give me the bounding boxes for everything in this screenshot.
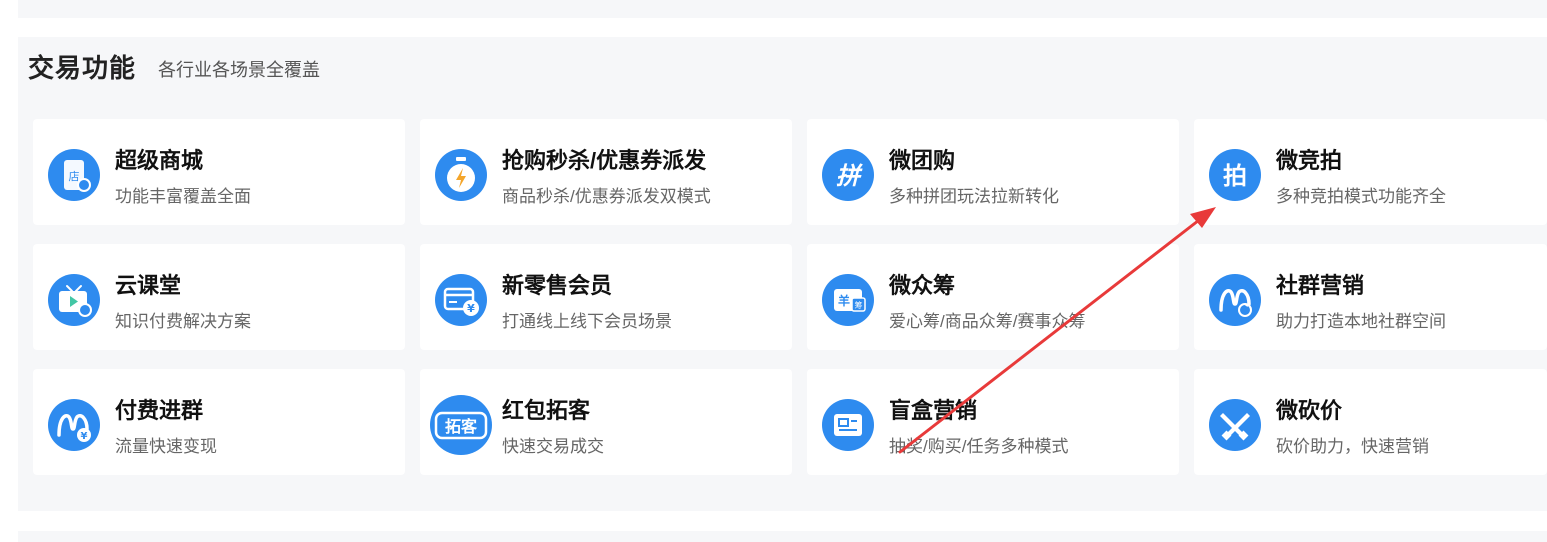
pai-glyph: 拍 <box>1223 162 1247 190</box>
feature-card-auction[interactable]: 拍 微竞拍 多种竞拍模式功能齐全 <box>1194 119 1547 225</box>
feature-card-super-mall[interactable]: 店 超级商城 功能丰富覆盖全面 <box>33 119 405 225</box>
tuoke-badge-icon: 拓客 <box>430 395 492 455</box>
section-title: 交易功能 <box>28 53 137 83</box>
card-title: 社群营销 <box>1276 273 1365 298</box>
card-title: 盲盒营销 <box>889 398 978 423</box>
card-description: 砍价助力，快速营销 <box>1276 437 1429 456</box>
card-description: 助力打造本地社群空间 <box>1276 312 1446 331</box>
yuan-glyph: ¥ <box>81 431 88 442</box>
card-description: 抽奖/购买/任务多种模式 <box>889 437 1069 456</box>
tv-course-icon <box>48 274 100 326</box>
card-description: 多种拼团玩法拉新转化 <box>889 187 1059 206</box>
feature-card-flash-sale[interactable]: 抢购秒杀/优惠券派发 商品秒杀/优惠券派发双模式 <box>420 119 792 225</box>
feature-card-crowdfunding[interactable]: 羊 筹 微众筹 爱心筹/商品众筹/赛事众筹 <box>807 244 1179 350</box>
feature-card-cloud-class[interactable]: 云课堂 知识付费解决方案 <box>33 244 405 350</box>
store-phone-icon: 店 <box>48 149 100 201</box>
card-title: 新零售会员 <box>502 273 613 298</box>
feature-card-blind-box[interactable]: 盲盒营销 抽奖/购买/任务多种模式 <box>807 369 1179 475</box>
section-subtitle: 各行业各场景全覆盖 <box>158 60 320 80</box>
card-title: 微砍价 <box>1276 398 1343 423</box>
crossed-knives-icon <box>1209 399 1261 451</box>
card-title: 红包拓客 <box>502 398 591 423</box>
card-description: 快速交易成交 <box>502 437 604 456</box>
card-description: 多种竞拍模式功能齐全 <box>1276 187 1446 206</box>
card-title: 云课堂 <box>115 273 182 298</box>
card-description: 商品秒杀/优惠券派发双模式 <box>502 187 711 206</box>
auction-pai-icon: 拍 <box>1209 149 1261 201</box>
feature-card-red-packet[interactable]: 拓客 红包拓客 快速交易成交 <box>420 369 792 475</box>
card-title: 微竞拍 <box>1276 148 1343 173</box>
next-section-edge <box>18 531 1547 542</box>
member-card-yuan-icon: ¥ <box>435 274 487 326</box>
yuan-glyph: ¥ <box>467 302 475 315</box>
feature-card-retail-member[interactable]: ¥ 新零售会员 打通线上线下会员场景 <box>420 244 792 350</box>
card-title: 付费进群 <box>115 398 204 423</box>
previous-section-edge <box>18 0 1547 18</box>
pin-glyph: 拼 <box>836 162 863 190</box>
feature-card-paid-group[interactable]: ¥ 付费进群 流量快速变现 <box>33 369 405 475</box>
crowdfunding-card-icon: 羊 筹 <box>822 274 874 326</box>
tuoke-glyph: 拓客 <box>445 417 478 436</box>
community-m-refresh-icon <box>1209 274 1261 326</box>
feature-card-community-marketing[interactable]: 社群营销 助力打造本地社群空间 <box>1194 244 1547 350</box>
card-title: 微团购 <box>889 148 956 173</box>
card-description: 打通线上线下会员场景 <box>502 312 672 331</box>
card-description: 功能丰富覆盖全面 <box>115 187 251 206</box>
trade-features-section: 交易功能 各行业各场景全覆盖 店 超级商城 功能丰富覆盖全面 抢购秒杀/优惠券派… <box>18 37 1547 511</box>
card-description: 知识付费解决方案 <box>115 312 251 331</box>
yang-glyph: 羊 <box>838 293 850 308</box>
feature-card-bargain[interactable]: 微砍价 砍价助力，快速营销 <box>1194 369 1547 475</box>
card-title: 抢购秒杀/优惠券派发 <box>502 148 707 173</box>
card-title: 微众筹 <box>889 273 956 298</box>
blind-box-card-icon <box>822 399 874 451</box>
feature-card-group-buy[interactable]: 拼 微团购 多种拼团玩法拉新转化 <box>807 119 1179 225</box>
card-description: 爱心筹/商品众筹/赛事众筹 <box>889 312 1086 331</box>
card-title: 超级商城 <box>115 148 204 173</box>
paid-group-m-yuan-icon: ¥ <box>48 399 100 451</box>
chou-glyph: 筹 <box>855 300 863 310</box>
card-description: 流量快速变现 <box>115 437 217 456</box>
pin-group-buy-icon: 拼 <box>822 149 874 201</box>
stopwatch-lightning-icon <box>435 149 487 201</box>
store-glyph: 店 <box>69 169 80 183</box>
